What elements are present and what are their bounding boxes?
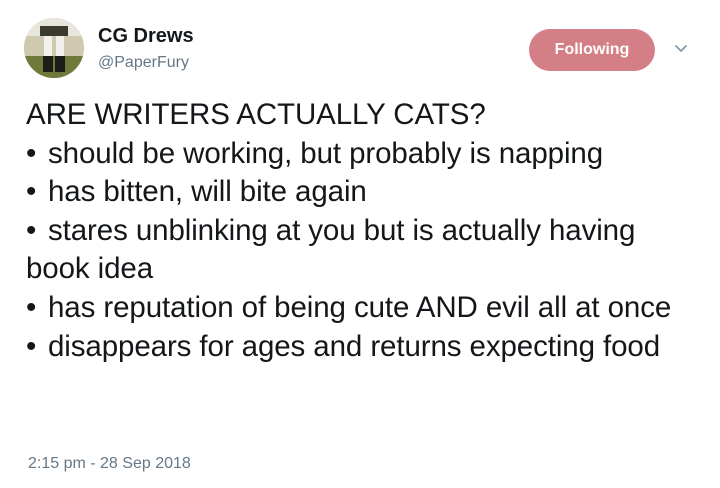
tweet-card: CG Drews @PaperFury Following ARE WRITER… [0,0,720,488]
tweet-timestamp[interactable]: 2:15 pm - 28 Sep 2018 [28,455,191,473]
chevron-down-icon[interactable] [672,40,690,58]
tweet-bullet-item: • disappears for ages and returns expecti… [26,328,702,367]
avatar[interactable] [24,18,84,78]
bullet-icon: • [26,175,37,209]
tweet-bullet-item: • stares unblinking at you but is actuall… [26,212,702,289]
tweet-heading: ARE WRITERS ACTUALLY CATS? [26,98,486,131]
bullet-icon: • [26,329,37,363]
tweet-bullet-item: • has bitten, will bite again [26,173,702,212]
bullet-text: disappears for ages and returns expectin… [48,329,661,363]
following-button[interactable]: Following [529,29,655,71]
tweet-bullet-item: • has reputation of being cute AND evil a… [26,289,702,328]
tweet-bullet-item: • should be working, but probably is napp… [26,135,702,174]
bullet-icon: • [26,213,37,247]
author-display-name[interactable]: CG Drews [98,24,194,48]
author-handle[interactable]: @PaperFury [98,52,194,74]
bullet-icon: • [26,136,37,170]
bullet-text: has bitten, will bite again [48,175,367,209]
avatar-image [24,18,84,78]
bullet-text: has reputation of being cute AND evil al… [48,290,672,324]
tweet-text: ARE WRITERS ACTUALLY CATS? • should be wo… [26,96,702,366]
bullet-text: should be working, but probably is nappi… [48,136,604,170]
bullet-text: stares unblinking at you but is actually… [26,213,636,286]
author-info: CG Drews @PaperFury [98,24,194,74]
bullet-icon: • [26,290,37,324]
